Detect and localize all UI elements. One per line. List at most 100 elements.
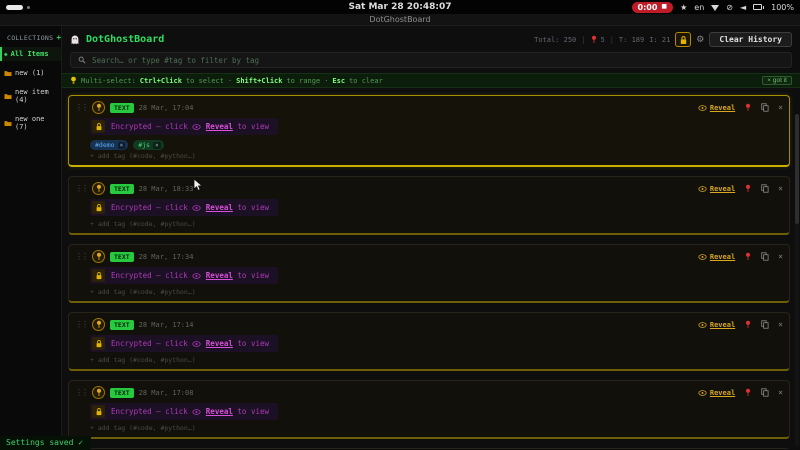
reveal-button[interactable]: Reveal	[698, 321, 735, 329]
clock[interactable]: Sat Mar 28 20:48:07	[348, 2, 451, 12]
scrollbar[interactable]	[795, 114, 799, 446]
pin-toggle-button[interactable]	[92, 101, 105, 114]
scrollbar-thumb[interactable]	[795, 114, 799, 224]
encryption-toggle-button[interactable]	[675, 32, 692, 47]
encrypted-content[interactable]: Encrypted — click Reveal to view	[90, 199, 279, 216]
add-tag-input[interactable]: + add tag (#code, #python…)	[90, 424, 783, 432]
lock-icon	[92, 269, 105, 282]
eye-icon	[698, 253, 707, 260]
delete-button[interactable]: ×	[778, 320, 783, 329]
hint-key-esc: Esc	[332, 76, 346, 85]
tag-pill[interactable]: #js ×	[133, 140, 164, 150]
pin-toggle-button[interactable]	[92, 386, 105, 399]
lock-icon	[92, 201, 105, 214]
eye-icon	[698, 389, 707, 396]
gear-icon[interactable]: ⚙	[696, 35, 704, 45]
copy-button[interactable]	[761, 184, 769, 193]
drag-handle-icon[interactable]: ⋮⋮	[75, 388, 89, 397]
add-tag-input[interactable]: + add tag (#code, #python…)	[90, 288, 783, 296]
copy-button[interactable]	[761, 252, 769, 261]
search-input[interactable]	[92, 55, 784, 65]
page-title: DotGhostBoard	[86, 34, 165, 45]
timestamp: 28 Mar, 17:34	[138, 252, 194, 261]
pin-toggle-button[interactable]	[92, 318, 105, 331]
battery-icon	[753, 4, 763, 10]
drag-handle-icon[interactable]: ⋮⋮	[75, 184, 89, 193]
reveal-button[interactable]: Reveal	[698, 253, 735, 261]
drag-handle-icon[interactable]: ⋮⋮	[75, 252, 89, 261]
mic-muted-icon[interactable]: ⊘	[726, 3, 733, 12]
pin-icon	[96, 320, 101, 328]
sidebar-item-new-item[interactable]: new item (4)	[0, 85, 61, 107]
search-bar[interactable]	[70, 52, 792, 68]
pinned-indicator-icon[interactable]	[744, 103, 752, 112]
encrypted-content[interactable]: Encrypted — click Reveal to view	[90, 335, 279, 352]
delete-button[interactable]: ×	[778, 252, 783, 261]
encrypted-content[interactable]: Encrypted — click Reveal to view	[90, 403, 279, 420]
tray-star-icon[interactable]: ★	[680, 3, 687, 12]
reveal-button[interactable]: Reveal	[698, 389, 735, 397]
delete-button[interactable]: ×	[778, 184, 783, 193]
stop-recording-icon[interactable]: ■	[661, 4, 667, 10]
clipboard-card[interactable]: ⋮⋮ TEXT 28 Mar, 17:04 Reveal × Encrypted…	[68, 95, 790, 167]
battery-indicator[interactable]	[753, 4, 765, 10]
sidebar-item-label: new item (4)	[15, 88, 49, 104]
dismiss-hint-button[interactable]: × got it	[762, 76, 792, 85]
clipboard-card[interactable]: ⋮⋮ TEXT 28 Mar, 17:14 Reveal × Encrypted…	[68, 312, 790, 371]
copy-button[interactable]	[761, 320, 769, 329]
tag-remove-button[interactable]: ×	[117, 141, 126, 149]
encrypted-content[interactable]: Encrypted — click Reveal to view	[90, 267, 279, 284]
pinned-indicator-icon[interactable]	[744, 252, 752, 261]
sidebar-item-label: All Items	[10, 50, 49, 58]
copy-button[interactable]	[761, 103, 769, 112]
encrypted-content[interactable]: Encrypted — click Reveal to view	[90, 118, 279, 135]
pinned-indicator-icon[interactable]	[744, 320, 752, 329]
tag-pill[interactable]: #demo ×	[90, 140, 129, 150]
delete-button[interactable]: ×	[778, 103, 783, 112]
add-tag-input[interactable]: + add tag (#code, #python…)	[90, 152, 783, 160]
clipboard-card[interactable]: ⋮⋮ TEXT 28 Mar, 18:33 Reveal × Encrypted…	[68, 176, 790, 235]
activities-pill[interactable]	[6, 4, 23, 10]
lock-icon	[92, 337, 105, 350]
reveal-button[interactable]: Reveal	[698, 104, 735, 112]
add-tag-input[interactable]: + add tag (#code, #python…)	[90, 220, 783, 228]
volume-icon[interactable]: ◄	[740, 3, 746, 12]
pin-toggle-button[interactable]	[92, 182, 105, 195]
clear-history-button[interactable]: Clear History	[709, 32, 792, 47]
wifi-icon[interactable]	[711, 4, 720, 11]
active-bullet-icon: ◆	[4, 50, 8, 58]
sidebar: COLLECTIONS + ◆ All Items new (1) new it…	[0, 26, 62, 449]
ghost-icon	[71, 35, 79, 44]
screen-recording-indicator[interactable]: 0:00 ■	[631, 1, 674, 13]
copy-button[interactable]	[761, 388, 769, 397]
lock-icon	[680, 35, 686, 44]
sidebar-item-label: new (1)	[15, 69, 45, 77]
pinned-indicator-icon[interactable]	[744, 388, 752, 397]
clipboard-card[interactable]: ⋮⋮ TEXT 28 Mar, 17:24 Reveal	[68, 448, 790, 449]
delete-button[interactable]: ×	[778, 388, 783, 397]
tag-remove-button[interactable]: ×	[152, 141, 161, 149]
clipboard-card[interactable]: ⋮⋮ TEXT 28 Mar, 17:08 Reveal × Encrypted…	[68, 380, 790, 439]
reveal-button[interactable]: Reveal	[698, 185, 735, 193]
sidebar-item-all-items[interactable]: ◆ All Items	[0, 47, 61, 61]
type-badge: TEXT	[110, 251, 134, 262]
stat-total: Total: 250	[534, 35, 577, 44]
hint-key-ctrl-click: Ctrl+Click	[139, 76, 182, 85]
lock-icon	[92, 120, 105, 133]
pinned-indicator-icon[interactable]	[744, 184, 752, 193]
drag-handle-icon[interactable]: ⋮⋮	[75, 320, 89, 329]
window-title[interactable]: DotGhostBoard	[0, 14, 800, 26]
keyboard-layout-indicator[interactable]: en	[694, 3, 704, 12]
clipboard-card[interactable]: ⋮⋮ TEXT 28 Mar, 17:34 Reveal × Encrypted…	[68, 244, 790, 303]
eye-icon	[192, 273, 201, 279]
pin-toggle-button[interactable]	[92, 250, 105, 263]
add-tag-input[interactable]: + add tag (#code, #python…)	[90, 356, 783, 364]
settings-saved-toast: Settings saved ✓	[0, 436, 92, 450]
add-collection-button[interactable]: +	[56, 33, 61, 42]
sidebar-item-new-one[interactable]: new one (7)	[0, 112, 61, 134]
sidebar-item-new[interactable]: new (1)	[0, 66, 61, 80]
drag-handle-icon[interactable]: ⋮⋮	[75, 103, 89, 112]
eye-icon	[192, 341, 201, 347]
eye-icon	[192, 124, 201, 130]
folder-icon	[4, 70, 12, 76]
